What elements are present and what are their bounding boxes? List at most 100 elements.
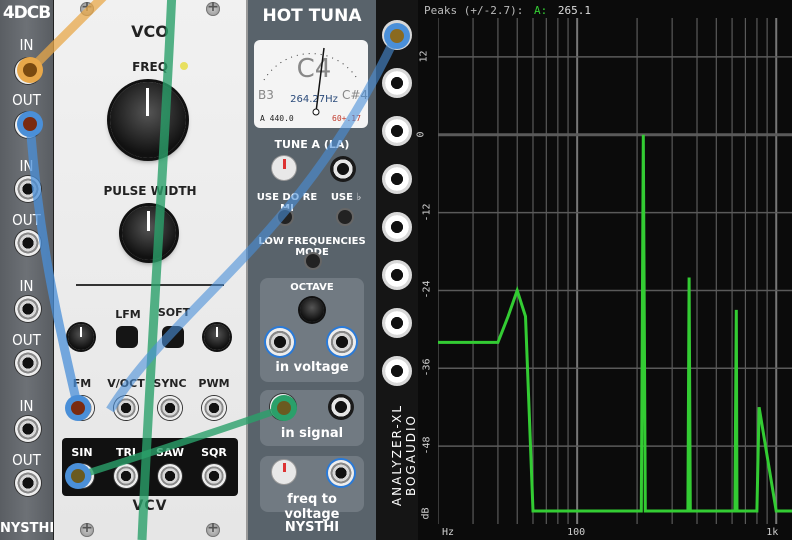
y-tick-label: 12	[418, 50, 430, 63]
y-tick-label: 0	[415, 131, 427, 138]
brand-label: NYSTHI	[284, 520, 340, 535]
freq-label: FREQ	[132, 60, 168, 74]
sync-label: SYNC	[153, 377, 187, 390]
tuner-display: C4 B3 C#4 264.27Hz A 440.0 60+.17	[254, 40, 368, 128]
input-label: IN	[19, 36, 34, 54]
voltage-panel: OCTAVE in voltage	[260, 278, 364, 382]
screw-icon	[80, 520, 94, 537]
tri-output-jack[interactable]	[114, 464, 138, 488]
voltage-out-jack-1[interactable]	[266, 328, 294, 356]
y-tick-label: -12	[421, 203, 433, 222]
sin-output-jack[interactable]	[70, 464, 94, 488]
output-label: OUT	[12, 211, 41, 229]
signal-in-jack[interactable]	[270, 394, 296, 420]
jack-5[interactable]	[382, 212, 412, 242]
output-label: OUT	[12, 91, 41, 109]
module-4dcb: 4DCB IN OUT IN OUT IN OUT IN OUT NYSTHI	[0, 0, 54, 540]
input-jack-1[interactable]	[15, 58, 41, 84]
saw-output-jack[interactable]	[158, 464, 182, 488]
f2v-panel: freq to voltage	[260, 456, 364, 522]
analyzer-label: ANALYZER-XL	[390, 403, 404, 507]
in-voltage-label: in voltage	[275, 360, 349, 375]
voct-input-jack[interactable]	[114, 396, 138, 420]
y-tick-label: -24	[421, 280, 433, 299]
jack-7[interactable]	[382, 308, 412, 338]
f2v-out-jack[interactable]	[328, 460, 354, 486]
module-vco: VCO FREQ PULSE WIDTH LFM SOFT FM V/OCT S…	[54, 0, 248, 540]
x-tick-label: 100	[567, 527, 586, 538]
bogaudio-label: BOGAUDIO	[404, 414, 418, 496]
output-label: OUT	[12, 451, 41, 469]
pwm-label: PWM	[198, 377, 230, 390]
pwm-input-jack[interactable]	[202, 396, 226, 420]
tri-label: TRI	[115, 446, 137, 459]
input-jack-3[interactable]	[15, 296, 41, 322]
output-jack-1[interactable]	[15, 112, 41, 138]
jack-1[interactable]	[382, 20, 412, 50]
in-signal-label: in signal	[280, 426, 344, 441]
x-tick-label: 1k	[766, 527, 779, 538]
module-title: 4DCB	[2, 3, 51, 23]
saw-label: SAW	[155, 446, 185, 459]
tune-cv-jack[interactable]	[330, 156, 356, 182]
voct-label: V/OCT	[107, 377, 145, 390]
output-jack-strip: ANALYZER-XL BOGAUDIO	[376, 0, 418, 540]
octave-knob[interactable]	[300, 298, 324, 322]
sqr-output-jack[interactable]	[202, 464, 226, 488]
module-title: HOT TUNA	[262, 6, 362, 26]
screw-icon	[80, 0, 94, 16]
spectrum-series-line	[438, 134, 792, 513]
tune-knob[interactable]	[272, 156, 296, 180]
fm-input-jack[interactable]	[70, 396, 94, 420]
lfm-label: LFM	[115, 308, 141, 321]
brand-label: VCV	[132, 498, 168, 514]
sqr-label: SQR	[201, 446, 227, 459]
fm-knob[interactable]	[68, 324, 94, 350]
module-hot-tuna: HOT TUNA C4 B3 C#4 264.27Hz A 440.0 60+.…	[248, 0, 376, 540]
brand-label: NYSTHI	[0, 521, 55, 536]
output-jack-3[interactable]	[15, 350, 41, 376]
y-axis-unit: dB	[420, 507, 432, 520]
input-jack-4[interactable]	[15, 416, 41, 442]
peaks-header: Peaks (+/-2.7): A: 265.1	[424, 4, 591, 17]
pwm-knob[interactable]	[204, 324, 230, 350]
output-jack-4[interactable]	[15, 470, 41, 496]
module-title: VCO	[131, 22, 169, 41]
voltage-out-jack-2[interactable]	[328, 328, 356, 356]
doremi-button[interactable]	[278, 210, 292, 224]
pulse-width-knob[interactable]	[122, 206, 176, 260]
sync-input-jack[interactable]	[158, 396, 182, 420]
screw-icon	[206, 520, 220, 537]
lowfreq-button[interactable]	[306, 254, 320, 268]
soft-label: SOFT	[157, 306, 191, 319]
jack-8[interactable]	[382, 356, 412, 386]
output-label: OUT	[12, 331, 41, 349]
spectrum-graph	[438, 18, 792, 524]
divider	[76, 284, 224, 286]
signal-thru-jack[interactable]	[328, 394, 354, 420]
peaks-title: Peaks (+/-2.7):	[424, 4, 524, 17]
input-label: IN	[19, 397, 34, 415]
input-jack-2[interactable]	[15, 176, 41, 202]
fm-label: FM	[72, 377, 92, 390]
soft-button[interactable]	[162, 326, 184, 348]
led-icon	[180, 62, 188, 70]
freq-knob[interactable]	[110, 82, 186, 158]
lfm-button[interactable]	[116, 326, 138, 348]
y-tick-label: -48	[421, 436, 433, 455]
use-flat-label: USE ♭	[330, 192, 362, 203]
tune-label: TUNE A (LA)	[274, 138, 350, 151]
jack-4[interactable]	[382, 164, 412, 194]
needle-gauge	[263, 47, 359, 116]
f2v-label: freq to voltage	[284, 492, 340, 522]
f2v-knob[interactable]	[272, 460, 296, 484]
output-jack-2[interactable]	[15, 230, 41, 256]
signal-panel: in signal	[260, 390, 364, 446]
screw-icon	[206, 0, 220, 16]
input-label: IN	[19, 277, 34, 295]
use-flat-button[interactable]	[338, 210, 352, 224]
jack-6[interactable]	[382, 260, 412, 290]
sin-label: SIN	[71, 446, 93, 459]
jack-2[interactable]	[382, 68, 412, 98]
jack-3[interactable]	[382, 116, 412, 146]
